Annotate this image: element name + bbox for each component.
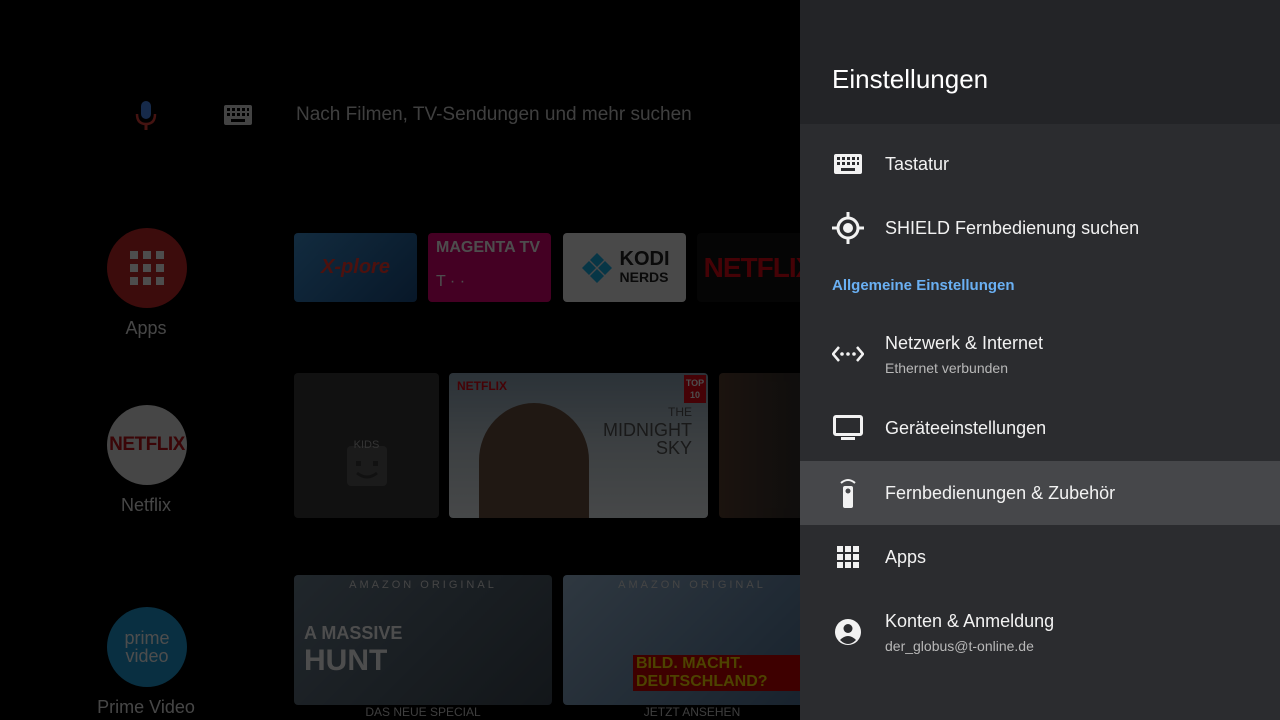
settings-item-text: Konten & Anmeldung der_globus@t-online.d… <box>885 611 1054 654</box>
kids-label: KIDS <box>353 438 380 451</box>
title-line-1: THE <box>668 405 692 419</box>
section-general-settings: Allgemeine Einstellungen <box>832 277 1015 294</box>
settings-item-text: SHIELD Fernbedienung suchen <box>885 218 1139 239</box>
settings-item-subtitle: der_globus@t-online.de <box>885 637 1034 654</box>
top10-badge: TOP 10 <box>684 375 706 403</box>
netflix-channel-icon[interactable]: NETFLIX <box>107 405 187 485</box>
prime-logo-line1: prime <box>124 628 170 648</box>
apps-grid-icon <box>832 541 864 573</box>
kodi-logo-icon <box>581 252 612 283</box>
settings-item-find-remote[interactable]: SHIELD Fernbedienung suchen <box>800 196 1280 260</box>
settings-item-remotes-accessories[interactable]: Fernbedienungen & Zubehör <box>800 461 1280 525</box>
amazon-original-badge: AMAZON ORIGINAL <box>618 579 766 591</box>
midnight-sky-tile[interactable]: NETFLIX TOP 10 THE MIDNIGHT SKY <box>449 373 708 518</box>
network-icon <box>832 338 864 370</box>
netflix-wordmark: NETFLIX <box>703 251 800 283</box>
prime-tile-massive-hunt[interactable]: AMAZON ORIGINAL A MASSIVE HUNT <box>294 575 552 705</box>
apps-grid-icon <box>130 251 164 285</box>
hunt-title-line2: HUNT <box>304 644 388 677</box>
telekom-logo: T · · <box>436 273 466 290</box>
title-line-2: MIDNIGHT <box>603 420 692 440</box>
netflix-kids-tile[interactable]: KIDS <box>294 373 439 518</box>
settings-item-text: Netzwerk & Internet Ethernet verbunden <box>885 333 1043 376</box>
keyboard-search-icon[interactable] <box>224 105 252 125</box>
settings-item-text: Fernbedienungen & Zubehör <box>885 483 1115 504</box>
poster-figure <box>479 403 589 518</box>
apps-channel-label: Apps <box>125 318 167 338</box>
microphone-icon[interactable] <box>134 100 158 132</box>
prime-caption-1: DAS NEUE SPECIAL <box>365 705 481 719</box>
home-dim-layer: Nach Filmen, TV-Sendungen und mehr suche… <box>0 0 800 720</box>
kodi-nerds-text: KODI NERDS <box>619 247 670 286</box>
settings-item-network[interactable]: Netzwerk & Internet Ethernet verbunden <box>800 318 1280 390</box>
settings-title: Einstellungen <box>832 64 989 94</box>
locate-icon <box>832 212 864 244</box>
settings-item-text: Apps <box>885 547 926 568</box>
title-line-3: SKY <box>655 438 692 458</box>
settings-item-title: Netzwerk & Internet <box>885 332 1044 353</box>
amazon-original-badge: AMAZON ORIGINAL <box>349 579 497 591</box>
settings-item-title: Apps <box>885 546 927 567</box>
settings-item-text: Geräteeinstellungen <box>885 418 1046 439</box>
settings-item-title: Fernbedienungen & Zubehör <box>885 482 1116 503</box>
prime-logo-line2: video <box>125 646 169 666</box>
settings-item-title: Konten & Anmeldung <box>885 610 1055 631</box>
app-tile-xplore[interactable]: X-plore <box>294 233 417 302</box>
settings-item-keyboard[interactable]: Tastatur <box>800 132 1280 196</box>
prime-caption-2: JETZT ANSEHEN <box>643 705 741 719</box>
account-icon <box>832 616 864 648</box>
app-tile-magenta-tv[interactable]: MAGENTA TV T · · <box>428 233 551 302</box>
hunt-title-line1: A MASSIVE <box>304 623 403 643</box>
settings-item-apps[interactable]: Apps <box>800 525 1280 589</box>
settings-item-device[interactable]: Geräteeinstellungen <box>800 396 1280 460</box>
screen: Nach Filmen, TV-Sendungen und mehr suche… <box>0 0 1280 720</box>
nerds-logo-text: NERDS <box>619 268 669 285</box>
settings-panel: Einstellungen Tastatur SHIELD Fernbedien… <box>800 0 1280 720</box>
remote-icon <box>832 477 864 509</box>
settings-item-title: Geräteeinstellungen <box>885 417 1047 438</box>
magenta-logo: MAGENTA TV <box>436 239 540 256</box>
settings-item-title: Tastatur <box>885 153 950 174</box>
app-tile-netflix[interactable]: NETFLIX <box>697 233 800 302</box>
massive-hunt-title: A MASSIVE HUNT <box>304 619 403 677</box>
netflix-content-tile-partial[interactable] <box>719 373 800 518</box>
settings-header: Einstellungen <box>800 0 1280 124</box>
search-bar[interactable]: Nach Filmen, TV-Sendungen und mehr suche… <box>0 88 800 144</box>
settings-item-accounts[interactable]: Konten & Anmeldung der_globus@t-online.d… <box>800 596 1280 668</box>
app-tile-kodi-nerds[interactable]: KODI NERDS <box>563 233 686 302</box>
search-placeholder[interactable]: Nach Filmen, TV-Sendungen und mehr suche… <box>296 104 692 126</box>
tv-icon <box>832 412 864 444</box>
prime-video-channel-icon[interactable]: prime video <box>107 607 187 687</box>
settings-item-subtitle: Ethernet verbunden <box>885 359 1008 376</box>
prime-video-channel-label: Prime Video <box>97 697 195 717</box>
netflix-logo: NETFLIX <box>109 434 185 455</box>
home-screen-background: Nach Filmen, TV-Sendungen und mehr suche… <box>0 0 800 720</box>
settings-item-title: SHIELD Fernbedienung suchen <box>885 217 1140 238</box>
apps-channel-icon[interactable] <box>107 228 187 308</box>
midnight-sky-title: THE MIDNIGHT SKY <box>603 403 692 457</box>
netflix-channel-label: Netflix <box>120 495 171 515</box>
bild-title: BILD. MACHT. DEUTSCHLAND? <box>633 655 800 691</box>
xplore-logo: X-plore <box>321 256 390 278</box>
netflix-badge: NETFLIX <box>457 379 507 393</box>
kodi-logo-text: KODI <box>619 247 670 270</box>
prime-tile-bild-macht-deutschland[interactable]: AMAZON ORIGINAL BILD. MACHT. DEUTSCHLAND… <box>563 575 800 705</box>
keyboard-icon <box>832 148 864 180</box>
settings-item-text: Tastatur <box>885 154 949 175</box>
